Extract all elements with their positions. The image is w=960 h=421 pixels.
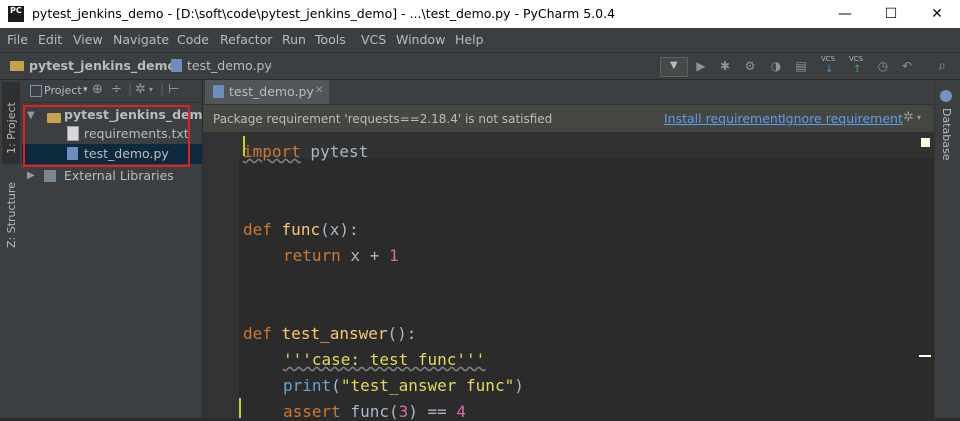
menu-view[interactable]: View (73, 32, 103, 47)
chevron-down-icon: ▼ (670, 60, 678, 71)
text-caret (239, 398, 241, 418)
breadcrumb-separator-icon: › (268, 58, 273, 73)
banner-message: Package requirement 'requests==2.18.4' i… (213, 112, 553, 126)
chevron-down-icon: ▾ (917, 113, 922, 122)
code-line-4: def test_answer(): (243, 324, 417, 343)
database-tool-button[interactable]: Database (940, 108, 953, 161)
notification-banner: Package requirement 'requests==2.18.4' i… (203, 105, 934, 132)
editor-gutter (203, 132, 239, 418)
close-icon[interactable]: ✕ (315, 85, 323, 96)
pycharm-app-icon[interactable]: PC (8, 6, 24, 22)
structure-tool-button[interactable]: Z: Structure (5, 182, 18, 248)
locate-file-icon[interactable]: ⊕ (92, 82, 103, 97)
editor-tab-bar: test_demo.py ✕ (203, 80, 934, 105)
menu-window[interactable]: Window (396, 32, 445, 47)
search-icon[interactable]: ⌕ (932, 56, 952, 76)
project-tool-label: 1: Project (5, 102, 18, 154)
left-tool-stripe: 1: Project Z: Structure (0, 80, 23, 418)
menu-bar: File Edit View Navigate Code Refactor Ru… (0, 28, 960, 53)
code-line-5: '''case: test func''' (283, 350, 486, 369)
vcs-commit-icon[interactable]: VCS ↑ (846, 55, 870, 77)
menu-refactor[interactable]: Refactor (220, 32, 272, 47)
install-requirement-link[interactable]: Install requirement (664, 111, 783, 126)
right-tool-stripe: Database (934, 80, 960, 418)
highlight-box (23, 105, 190, 167)
breadcrumb-separator-icon: › (160, 58, 165, 73)
menu-file[interactable]: File (7, 32, 28, 47)
code-line-7: assert func(3) == 4 (283, 402, 467, 421)
navigation-bar: pytest_jenkins_demo › test_demo.py › ▼ ▶… (0, 53, 960, 80)
tree-item-external-libraries[interactable]: External Libraries (64, 168, 174, 183)
gear-icon[interactable]: ✲ (903, 110, 914, 125)
menu-edit[interactable]: Edit (38, 32, 62, 47)
libraries-icon (44, 170, 56, 182)
folder-icon (10, 61, 24, 71)
tab-test-demo[interactable]: test_demo.py ✕ (205, 80, 329, 104)
run-config-dropdown[interactable]: ▼ (660, 57, 688, 77)
code-line-3: return x + 1 (283, 246, 399, 265)
code-editor[interactable]: import pytest def func(x): return x + 1 … (239, 132, 934, 421)
menu-vcs[interactable]: VCS (361, 32, 386, 47)
minimize-button[interactable]: — (822, 0, 868, 28)
window-title-bar: PC pytest_jenkins_demo - [D:\soft\code\p… (0, 0, 960, 28)
project-view-selector[interactable]: Project (44, 84, 82, 97)
code-line-6: print("test_answer func") (283, 376, 524, 395)
breadcrumb-file[interactable]: test_demo.py (187, 58, 272, 73)
collapse-all-icon[interactable]: ÷ (111, 82, 122, 97)
gear-icon[interactable]: ✲ (135, 82, 146, 97)
menu-run[interactable]: Run (282, 32, 306, 47)
menu-tools[interactable]: Tools (315, 32, 346, 47)
code-line-2: def func(x): (243, 220, 359, 239)
window-title: pytest_jenkins_demo - [D:\soft\code\pyte… (32, 6, 616, 21)
menu-help[interactable]: Help (455, 32, 484, 47)
stop-icon[interactable]: ▤ (791, 56, 811, 76)
python-file-icon (171, 59, 182, 72)
debug-icon[interactable]: ✱ (715, 56, 735, 76)
expand-arrow-icon[interactable]: ▶ (27, 170, 35, 181)
code-line-1: import pytest (243, 142, 369, 161)
chevron-down-icon: ▾ (83, 85, 88, 95)
menu-code[interactable]: Code (177, 32, 209, 47)
vcs-update-icon[interactable]: VCS ↓ (818, 55, 842, 77)
profile-icon[interactable]: ◑ (766, 56, 786, 76)
hide-panel-icon[interactable]: ⊢ (168, 82, 179, 97)
python-file-icon (213, 85, 224, 98)
database-icon (940, 90, 952, 102)
tab-label: test_demo.py (229, 84, 314, 99)
inspection-status-icon[interactable] (921, 138, 930, 147)
project-tool-button[interactable]: 1: Project (2, 82, 20, 164)
coverage-icon[interactable]: ⚙ (740, 56, 760, 76)
history-icon[interactable]: ◷ (873, 56, 893, 76)
chevron-down-icon: ▾ (149, 85, 154, 94)
ignore-requirement-link[interactable]: Ignore requirement (782, 111, 903, 126)
breadcrumb-project[interactable]: pytest_jenkins_demo (29, 58, 176, 73)
project-panel-header: Project ▾ ⊕ ÷ | ✲ ▾ | ⊢ (22, 80, 202, 103)
menu-navigate[interactable]: Navigate (113, 32, 169, 47)
close-button[interactable]: ✕ (914, 0, 960, 28)
maximize-button[interactable]: ☐ (868, 0, 914, 28)
run-icon[interactable]: ▶ (691, 56, 711, 76)
revert-icon[interactable]: ↶ (897, 56, 917, 76)
project-view-icon (30, 85, 42, 97)
warning-marker[interactable] (919, 355, 931, 357)
